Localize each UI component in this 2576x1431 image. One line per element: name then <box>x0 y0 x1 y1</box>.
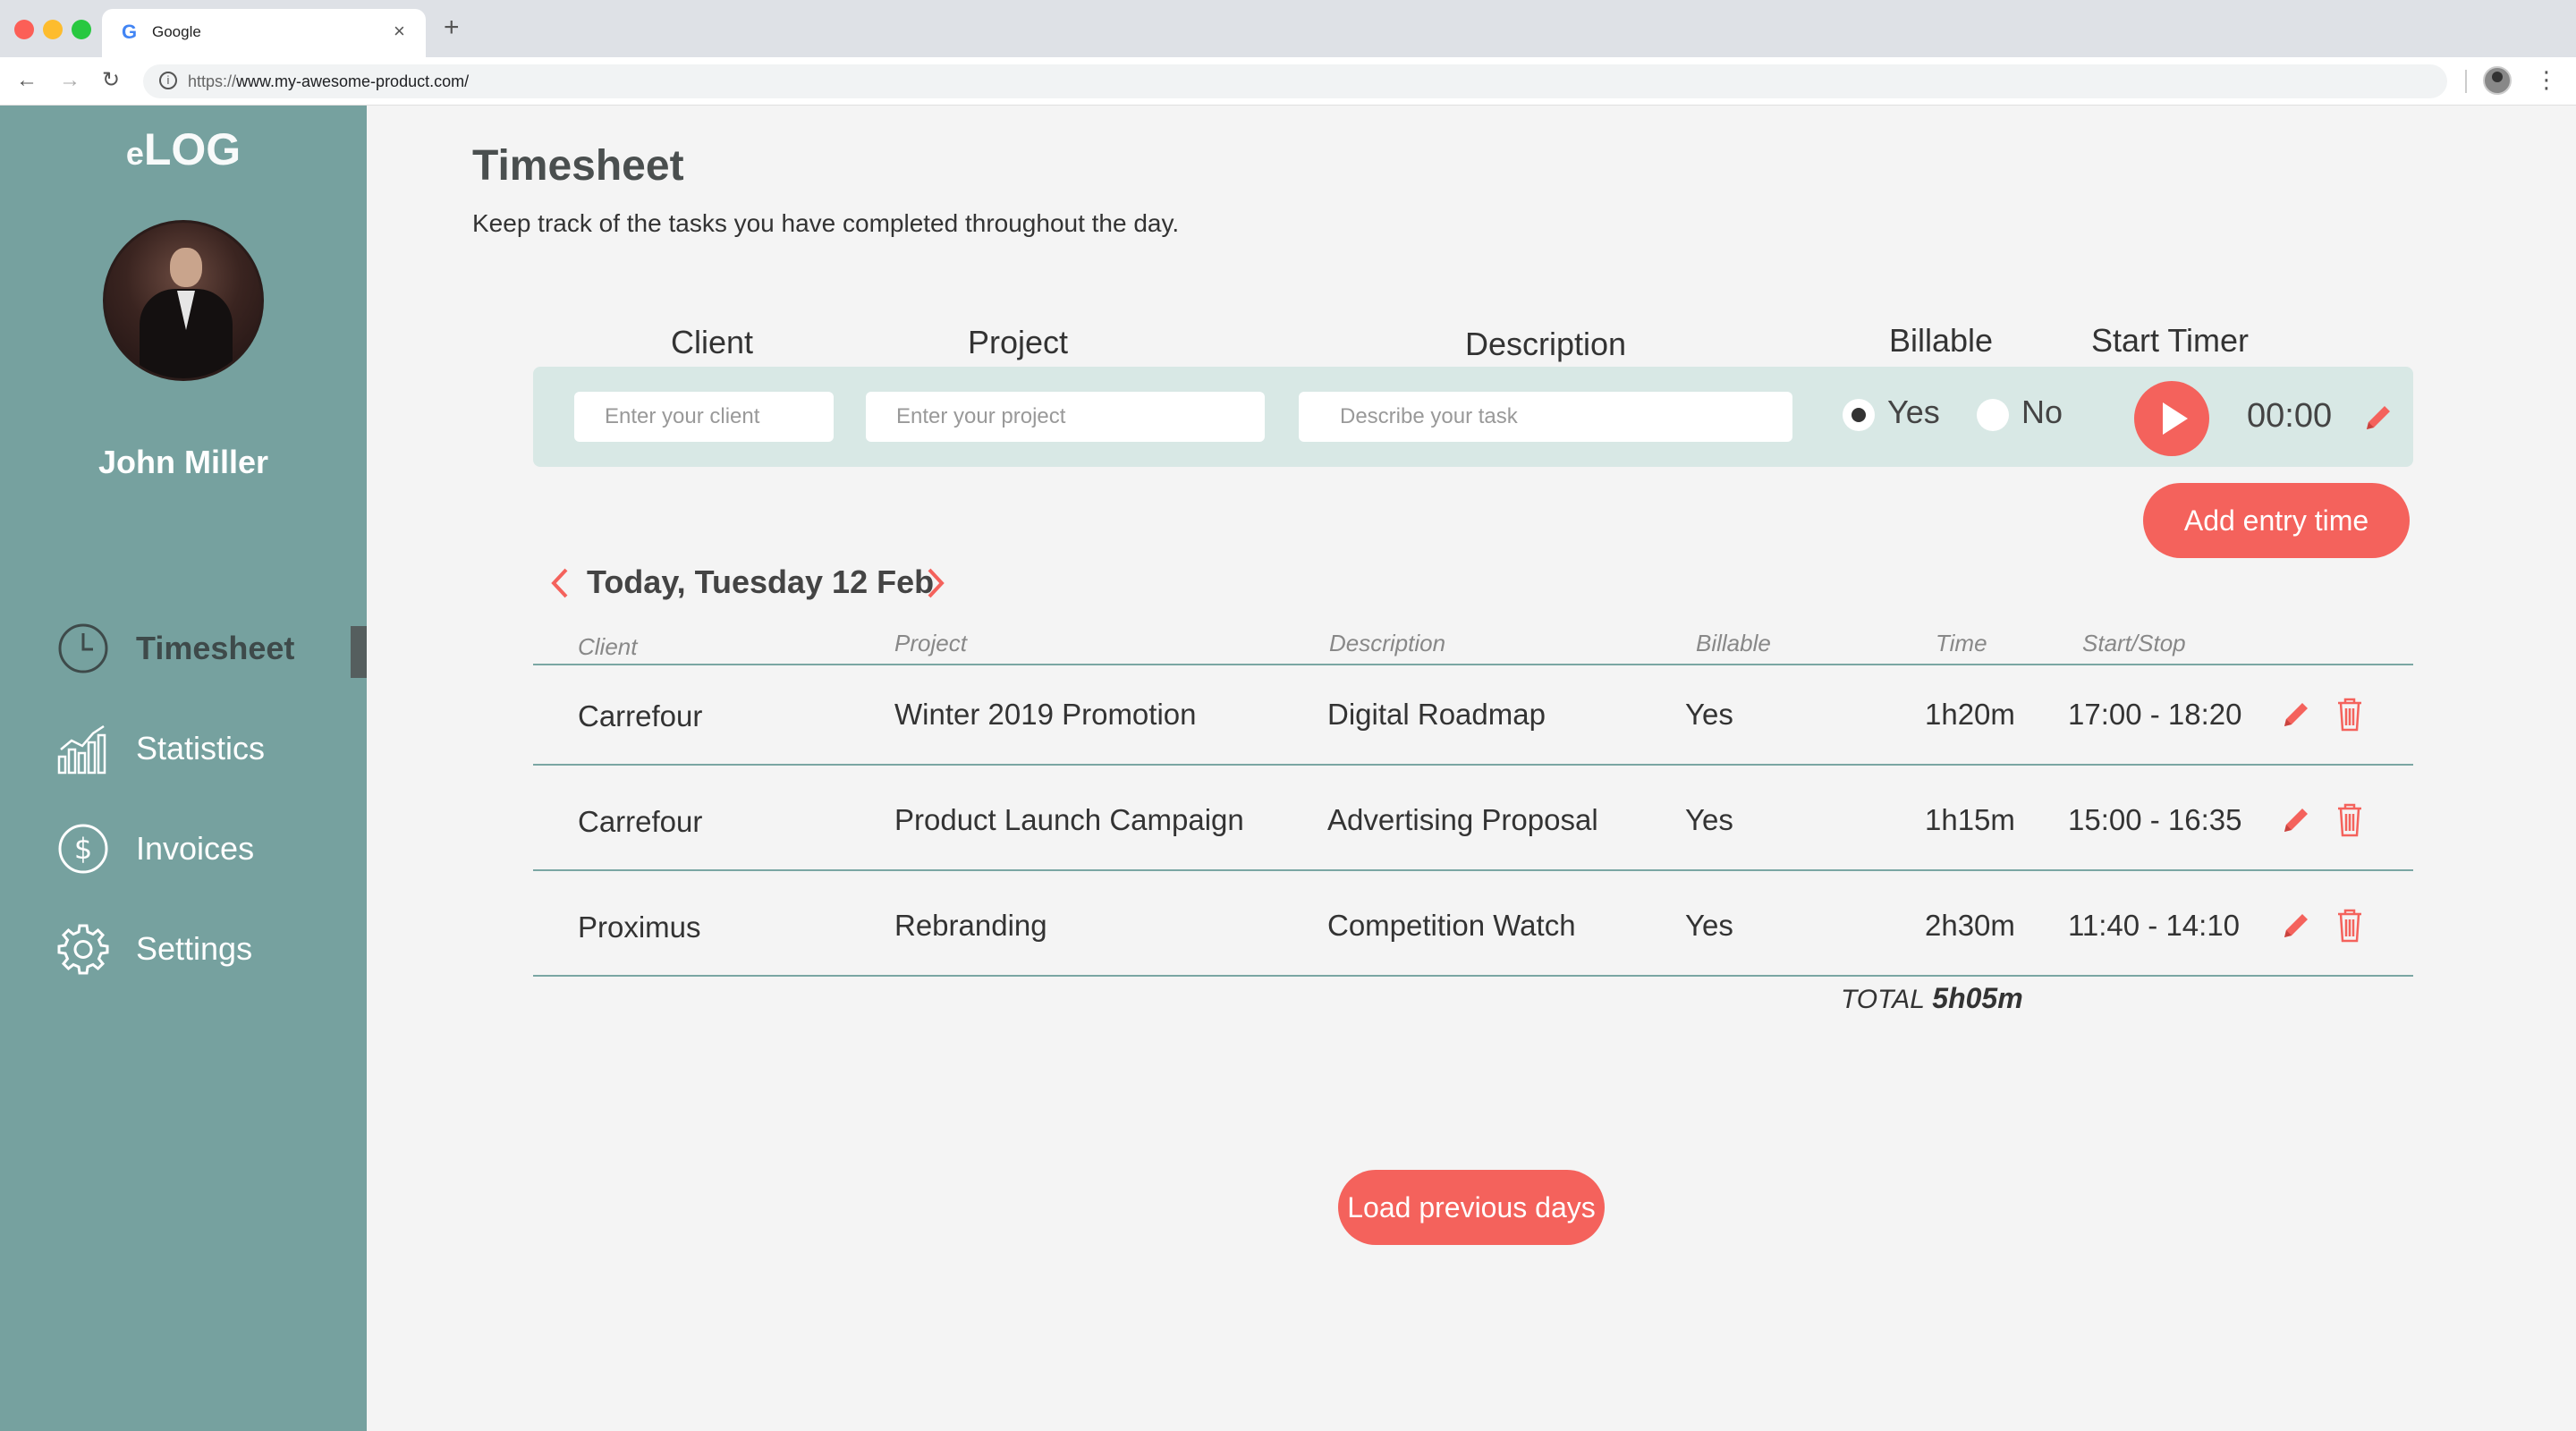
sidebar-item-timesheet[interactable]: Timesheet <box>57 617 367 680</box>
edit-entry-icon[interactable] <box>2281 910 2311 941</box>
user-avatar <box>103 220 264 381</box>
load-previous-days-button[interactable]: Load previous days <box>1338 1170 1605 1245</box>
delete-entry-icon[interactable] <box>2336 698 2363 732</box>
column-header-client: Client <box>578 633 638 660</box>
timer-display: 00:00 <box>2247 397 2333 435</box>
cell-start-stop: 17:00 - 18:20 <box>2068 698 2242 731</box>
active-indicator <box>351 626 367 678</box>
bar-chart-icon <box>57 723 109 775</box>
form-header-start-timer: Start Timer <box>2091 322 2250 359</box>
page-subtitle: Keep track of the tasks you have complet… <box>472 209 1180 237</box>
cell-time: 1h20m <box>1925 698 2015 731</box>
column-header-description: Description <box>1329 630 1446 656</box>
start-timer-button[interactable] <box>2134 381 2209 456</box>
current-day-label: Today, Tuesday 12 Feb <box>587 563 935 600</box>
sidebar: eLOG John Miller Timesheet Statistics $ … <box>0 106 367 1431</box>
play-icon <box>2163 402 2188 435</box>
delete-entry-icon[interactable] <box>2336 803 2363 837</box>
maximize-window-button[interactable] <box>72 20 91 39</box>
minimize-window-button[interactable] <box>43 20 63 39</box>
column-header-start-stop: Start/Stop <box>2082 630 2186 656</box>
tab-title: Google <box>152 23 201 40</box>
row-divider <box>533 764 2413 766</box>
url-text: https://www.my-awesome-product.com/ <box>188 72 470 90</box>
user-name: John Miller <box>97 444 269 480</box>
cell-time: 2h30m <box>1925 909 2015 942</box>
forward-icon[interactable]: → <box>59 69 80 92</box>
billable-no-label: No <box>2021 394 2063 430</box>
cell-billable: Yes <box>1685 698 1733 731</box>
back-icon[interactable]: ← <box>16 69 38 92</box>
browser-menu-icon[interactable]: ⋮ <box>2535 66 2558 93</box>
cell-start-stop: 11:40 - 14:10 <box>2068 909 2241 942</box>
close-window-button[interactable] <box>14 20 34 39</box>
form-header-billable: Billable <box>1889 322 1994 359</box>
cell-client: Proximus <box>578 910 701 944</box>
cell-client: Carrefour <box>578 805 703 838</box>
gear-icon <box>57 923 109 975</box>
svg-text:$: $ <box>74 832 92 866</box>
total-time: TOTAL 5h05m <box>1841 982 2023 1014</box>
toolbar-divider <box>2465 70 2467 93</box>
form-header-description: Description <box>1465 326 1627 362</box>
browser-tabbar: G Google × + <box>0 0 2576 57</box>
add-entry-button[interactable]: Add entry time <box>2143 483 2410 558</box>
previous-day-icon[interactable] <box>549 567 571 599</box>
browser-toolbar: ← → ↻ i https://www.my-awesome-product.c… <box>0 57 2576 106</box>
form-header-project: Project <box>968 324 1069 360</box>
address-bar[interactable]: i https://www.my-awesome-product.com/ <box>143 64 2447 98</box>
cell-description: Advertising Proposal <box>1327 803 1598 836</box>
description-input[interactable] <box>1299 392 1792 442</box>
cell-project: Product Launch Campaign <box>894 803 1244 836</box>
entry-form: Yes No 00:00 <box>533 367 2413 467</box>
page-title: Timesheet <box>472 142 684 190</box>
sidebar-item-label: Statistics <box>136 730 266 766</box>
site-info-icon[interactable]: i <box>159 72 177 89</box>
cell-project: Rebranding <box>894 909 1047 942</box>
browser-tab[interactable]: G Google × <box>102 9 426 57</box>
cell-billable: Yes <box>1685 803 1733 836</box>
cell-billable: Yes <box>1685 909 1733 942</box>
row-divider <box>533 975 2413 977</box>
dollar-icon: $ <box>57 823 109 875</box>
next-day-icon[interactable] <box>925 567 946 599</box>
sidebar-item-statistics[interactable]: Statistics <box>57 717 367 780</box>
form-header-client: Client <box>671 324 754 360</box>
client-input[interactable] <box>574 392 834 442</box>
sidebar-item-invoices[interactable]: $ Invoices <box>57 817 367 880</box>
sidebar-item-label: Settings <box>136 930 253 967</box>
google-favicon-icon: G <box>122 21 138 43</box>
close-tab-icon[interactable]: × <box>394 20 405 43</box>
cell-project: Winter 2019 Promotion <box>894 698 1197 731</box>
cell-description: Digital Roadmap <box>1327 698 1546 731</box>
table-header-divider <box>533 664 2413 665</box>
column-header-billable: Billable <box>1696 630 1771 656</box>
billable-yes-radio[interactable] <box>1843 399 1875 431</box>
sidebar-item-label: Invoices <box>136 830 255 867</box>
clock-icon <box>57 622 109 674</box>
reload-icon[interactable]: ↻ <box>102 69 120 92</box>
sidebar-item-label: Timesheet <box>136 630 295 666</box>
edit-entry-icon[interactable] <box>2281 699 2311 730</box>
sidebar-item-settings[interactable]: Settings <box>57 918 367 980</box>
cell-time: 1h15m <box>1925 803 2015 836</box>
cell-start-stop: 15:00 - 16:35 <box>2068 803 2242 836</box>
new-tab-icon[interactable]: + <box>444 14 460 41</box>
edit-entry-icon[interactable] <box>2281 805 2311 835</box>
cell-description: Competition Watch <box>1327 909 1576 942</box>
billable-no-radio[interactable] <box>1977 399 2009 431</box>
cell-client: Carrefour <box>578 699 703 732</box>
app-logo: eLOG <box>125 124 242 174</box>
billable-yes-label: Yes <box>1887 394 1940 430</box>
column-header-project: Project <box>894 630 967 656</box>
edit-timer-icon[interactable] <box>2363 402 2394 433</box>
profile-avatar-icon[interactable] <box>2483 66 2512 95</box>
delete-entry-icon[interactable] <box>2336 909 2363 943</box>
project-input[interactable] <box>866 392 1265 442</box>
column-header-time: Time <box>1936 630 1987 656</box>
row-divider <box>533 869 2413 871</box>
